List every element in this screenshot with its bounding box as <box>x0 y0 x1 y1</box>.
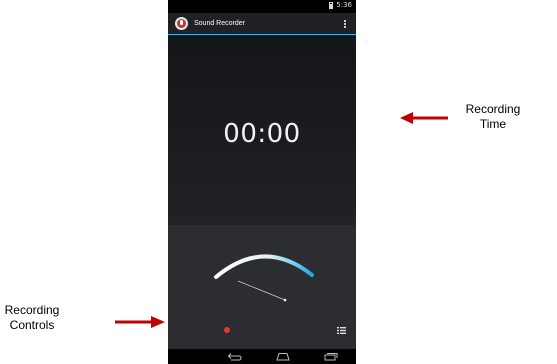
status-bar: 5:36 <box>168 0 356 13</box>
recents-icon[interactable] <box>323 352 339 361</box>
record-button[interactable] <box>220 323 234 337</box>
battery-icon <box>329 1 334 9</box>
status-indicators: 5:36 <box>329 1 352 9</box>
overflow-menu-icon[interactable] <box>340 17 350 31</box>
callout-text: Time <box>479 117 507 131</box>
control-panel <box>168 225 356 349</box>
callout-text: Recording <box>4 303 60 317</box>
vu-meter-needle <box>237 280 286 301</box>
status-time: 5:36 <box>336 1 352 9</box>
recording-time: 00:00 <box>223 119 301 149</box>
record-icon <box>224 327 230 333</box>
recording-time-arrow <box>400 112 448 124</box>
callout-text: Recording <box>465 102 521 116</box>
navigation-bar <box>168 349 356 364</box>
recording-controls <box>168 313 356 341</box>
back-icon[interactable] <box>226 352 242 361</box>
callout-text: Controls <box>9 318 55 332</box>
app-title: Sound Recorder <box>194 20 245 27</box>
vu-meter-gauge <box>214 254 314 302</box>
recordings-list-button[interactable] <box>334 323 348 337</box>
list-icon <box>336 326 346 334</box>
recording-time-callout: Recording Time <box>463 102 523 132</box>
microphone-icon <box>175 17 188 30</box>
recording-controls-arrow <box>115 316 165 328</box>
vu-meter-arc <box>214 254 314 279</box>
recording-display: 00:00 <box>168 35 356 225</box>
recording-controls-callout: Recording Controls <box>2 303 62 333</box>
vu-meter-needle-pivot <box>283 298 287 302</box>
home-icon[interactable] <box>275 352 291 361</box>
phone-screen: 5:36 Sound Recorder 00:00 <box>168 0 356 364</box>
action-bar: Sound Recorder <box>168 13 356 35</box>
